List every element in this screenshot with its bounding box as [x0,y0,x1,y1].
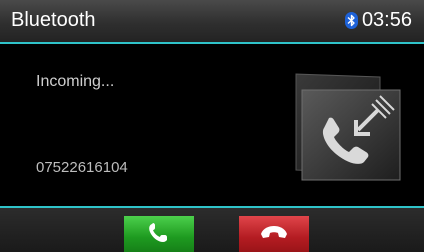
header-bar: Bluetooth 03:56 [0,0,424,44]
accept-call-button[interactable] [124,216,194,252]
call-panel: Incoming... 07522616104 [0,44,424,206]
call-status: Incoming... [36,73,115,90]
phone-accept-icon [145,222,173,247]
clock: 03:56 [361,9,412,31]
incoming-call-icon [294,70,408,190]
bluetooth-icon [344,12,358,29]
phone-hangup-icon [259,224,289,245]
header-title: Bluetooth [11,9,96,31]
footer-bar [0,206,424,252]
reject-call-button[interactable] [239,216,309,252]
header-status-area: 03:56 [344,9,412,32]
caller-number: 07522616104 [36,159,128,176]
